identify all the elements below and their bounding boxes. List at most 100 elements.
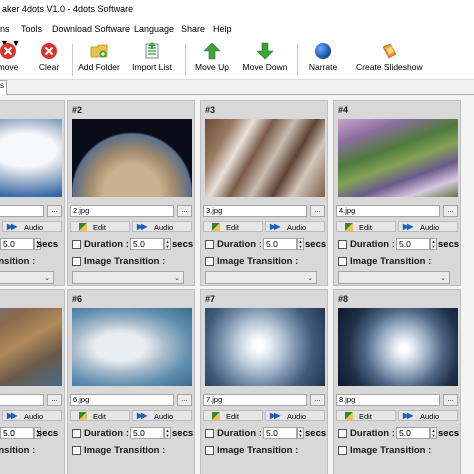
slide-thumbnail[interactable] — [72, 308, 192, 386]
audio-button[interactable]: ▶▶ Audio — [2, 410, 62, 421]
browse-button[interactable]: ... — [310, 205, 325, 217]
image-transition-checkbox[interactable] — [205, 446, 214, 455]
audio-button[interactable]: ▶▶ Audio — [265, 410, 325, 421]
duration-input[interactable]: 5.0 — [130, 427, 164, 439]
move-down-button[interactable]: Move Down — [242, 42, 288, 76]
duration-checkbox[interactable] — [338, 429, 347, 438]
browse-button[interactable]: ... — [47, 394, 62, 406]
audio-button[interactable]: ▶▶ Audio — [398, 410, 458, 421]
duration-input[interactable]: 5.0 — [263, 238, 297, 250]
slide-card-6[interactable]: #6 6.jpg ... Edit ▶▶ Audio Duration : 5.0… — [67, 289, 195, 474]
audio-button[interactable]: ▶▶ Audio — [398, 221, 458, 232]
slide-card-2[interactable]: #2 2.jpg ... Edit ▶▶ Audio Duration : 5.0… — [67, 100, 195, 286]
pencil-icon — [212, 223, 220, 231]
slide-card-3[interactable]: #3 3.jpg ... Edit ▶▶ Audio Duration : 5.0… — [200, 100, 328, 286]
narrate-button[interactable]: Narrate — [306, 42, 340, 76]
audio-label: Audio — [154, 223, 174, 232]
edit-button[interactable]: Edit — [203, 221, 263, 232]
slide-card-7[interactable]: #7 7.jpg ... Edit ▶▶ Audio Duration : 5.0… — [200, 289, 328, 474]
browse-button[interactable]: ... — [443, 394, 458, 406]
menu-item-share[interactable]: Share — [181, 24, 205, 34]
duration-input[interactable]: 5.0 — [0, 427, 34, 439]
slide-thumbnail[interactable] — [72, 119, 192, 197]
toolbar-separator — [297, 44, 298, 76]
menu-item-language[interactable]: Language — [134, 24, 174, 34]
slide-filename-field[interactable]: 4.jpg — [336, 205, 440, 217]
browse-button[interactable]: ... — [177, 205, 192, 217]
menu-item-tools[interactable]: Tools — [21, 24, 42, 34]
slide-thumbnail[interactable] — [338, 119, 458, 197]
edit-button[interactable]: Edit — [336, 410, 396, 421]
slide-thumbnail[interactable] — [338, 308, 458, 386]
spin-down-icon[interactable]: ▼ — [431, 244, 436, 249]
slide-filename-field[interactable]: 3.jpg — [203, 205, 307, 217]
spin-down-icon[interactable]: ▼ — [165, 244, 170, 249]
image-transition-select[interactable]: ⌄ — [338, 271, 450, 284]
duration-checkbox[interactable] — [72, 240, 81, 249]
slide-filename-field[interactable] — [0, 394, 44, 406]
remove-button[interactable]: move — [0, 42, 22, 76]
slide-filename-field[interactable]: 2.jpg — [70, 205, 174, 217]
image-transition-checkbox[interactable] — [205, 257, 214, 266]
duration-input[interactable]: 5.0 — [396, 427, 430, 439]
edit-button[interactable]: Edit — [70, 410, 130, 421]
duration-spinner[interactable]: ▲ ▼ — [430, 427, 437, 439]
audio-button[interactable]: ▶▶ Audio — [2, 221, 62, 232]
slide-filename-field[interactable] — [0, 205, 44, 217]
duration-spinner[interactable]: ▲ ▼ — [164, 427, 171, 439]
slide-thumbnail[interactable] — [0, 308, 62, 386]
move-up-button[interactable]: Move Up — [193, 42, 231, 76]
browse-button[interactable]: ... — [443, 205, 458, 217]
clear-button[interactable]: Clear — [34, 42, 64, 76]
menu-item-help[interactable]: Help — [213, 24, 232, 34]
duration-input[interactable]: 5.0 — [263, 427, 297, 439]
spin-down-icon[interactable]: ▼ — [165, 433, 170, 438]
image-transition-checkbox[interactable] — [338, 446, 347, 455]
audio-button[interactable]: ▶▶ Audio — [132, 221, 192, 232]
slide-filename-field[interactable]: 7.jpg — [203, 394, 307, 406]
duration-checkbox[interactable] — [338, 240, 347, 249]
duration-input[interactable]: 5.0 — [0, 238, 34, 250]
audio-button[interactable]: ▶▶ Audio — [265, 221, 325, 232]
slide-filename-field[interactable]: 6.jpg — [70, 394, 174, 406]
duration-input[interactable]: 5.0 — [130, 238, 164, 250]
browse-button[interactable]: ... — [47, 205, 62, 217]
duration-checkbox[interactable] — [72, 429, 81, 438]
slide-filename-field[interactable]: 8.jpg — [336, 394, 440, 406]
duration-spinner[interactable]: ▲ ▼ — [297, 238, 304, 250]
tab-slides[interactable]: s — [0, 80, 7, 95]
duration-checkbox[interactable] — [205, 240, 214, 249]
image-transition-checkbox[interactable] — [72, 257, 81, 266]
slide-card-4[interactable]: #4 4.jpg ... Edit ▶▶ Audio Duration : 5.0… — [333, 100, 461, 286]
menu-item-options[interactable]: ns — [0, 24, 10, 34]
spin-down-icon[interactable]: ▼ — [431, 433, 436, 438]
menu-item-download-software[interactable]: Download Software — [52, 24, 130, 34]
duration-checkbox[interactable] — [205, 429, 214, 438]
duration-spinner[interactable]: ▲ ▼ — [297, 427, 304, 439]
image-transition-select[interactable]: ⌄ — [72, 271, 184, 284]
spin-down-icon[interactable]: ▼ — [298, 433, 303, 438]
duration-input[interactable]: 5.0 — [396, 238, 430, 250]
audio-button[interactable]: ▶▶ Audio — [132, 410, 192, 421]
slide-card-5[interactable]: ... Edit ▶▶Audio Duration : 5.0 ▲▼ secs … — [0, 289, 65, 474]
slide-card-1[interactable]: ... Edit ▶▶Audio Duration : 5.0 ▲▼ secs … — [0, 100, 65, 286]
slide-thumbnail[interactable] — [205, 308, 325, 386]
import-list-button[interactable]: Import List — [131, 42, 173, 76]
edit-button[interactable]: Edit — [336, 221, 396, 232]
add-folder-button[interactable]: Add Folder — [77, 42, 121, 76]
slide-thumbnail[interactable] — [205, 119, 325, 197]
image-transition-checkbox[interactable] — [338, 257, 347, 266]
duration-spinner[interactable]: ▲ ▼ — [164, 238, 171, 250]
browse-button[interactable]: ... — [177, 394, 192, 406]
image-transition-select[interactable]: ⌄ — [205, 271, 317, 284]
edit-button[interactable]: Edit — [70, 221, 130, 232]
image-transition-select[interactable]: ⌄ — [0, 271, 54, 284]
edit-button[interactable]: Edit — [203, 410, 263, 421]
spin-down-icon[interactable]: ▼ — [298, 244, 303, 249]
browse-button[interactable]: ... — [310, 394, 325, 406]
create-slideshow-button[interactable]: Create Slideshow — [356, 42, 423, 76]
slide-thumbnail[interactable] — [0, 119, 62, 197]
image-transition-checkbox[interactable] — [72, 446, 81, 455]
duration-spinner[interactable]: ▲ ▼ — [430, 238, 437, 250]
slide-card-8[interactable]: #8 8.jpg ... Edit ▶▶ Audio Duration : 5.0… — [333, 289, 461, 474]
